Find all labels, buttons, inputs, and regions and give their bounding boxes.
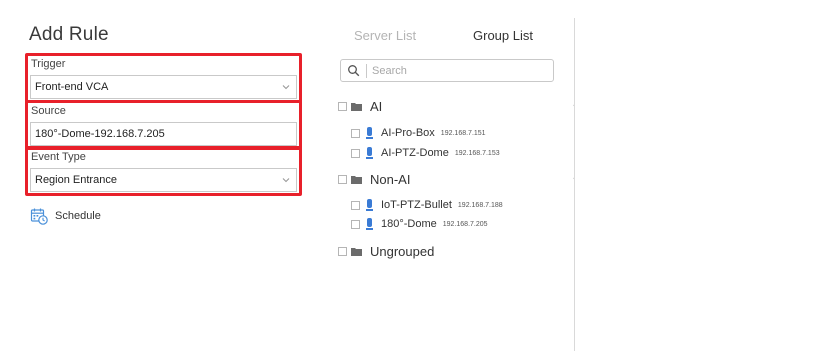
device-checkbox[interactable]: [351, 128, 360, 138]
tab-server-list[interactable]: Server List: [354, 28, 416, 43]
tree-group-ai[interactable]: AI: [338, 97, 579, 115]
camera-device-icon: [366, 147, 373, 159]
event-type-label: Event Type: [31, 151, 86, 163]
calendar-clock-icon: [30, 208, 48, 225]
device-tree-panel: Server List Group List AI AI-Pro-Box 192…: [314, 0, 579, 351]
source-field[interactable]: 180°-Dome-192.168.7.205: [30, 122, 297, 146]
chevron-down-icon: [282, 178, 290, 183]
tree-group-non-ai[interactable]: Non-AI: [338, 170, 579, 188]
device-ip: 192.168.7.153: [454, 149, 500, 157]
tree-device[interactable]: AI-PTZ-Dome 192.168.7.153: [351, 145, 500, 161]
right-empty-panel: [575, 0, 825, 351]
page-title: Add Rule: [29, 24, 109, 45]
trigger-value: Front-end VCA: [35, 81, 109, 93]
camera-device-icon: [366, 127, 373, 139]
event-type-field-highlight: Event Type Region Entrance: [25, 146, 302, 196]
device-checkbox[interactable]: [351, 148, 360, 158]
tree-device[interactable]: AI-Pro-Box 192.168.7.151: [351, 125, 486, 141]
event-type-value: Region Entrance: [35, 174, 117, 186]
device-name: AI-Pro-Box: [381, 127, 435, 139]
tab-group-list[interactable]: Group List: [473, 28, 533, 43]
folder-icon: [351, 102, 362, 111]
folder-icon: [351, 175, 362, 184]
group-checkbox[interactable]: [338, 246, 347, 256]
tree-group-ungrouped[interactable]: Ungrouped: [338, 242, 434, 260]
camera-device-icon: [366, 199, 373, 211]
group-name: Ungrouped: [370, 243, 435, 259]
search-input[interactable]: [372, 62, 542, 79]
source-field-highlight: Source 180°-Dome-192.168.7.205: [25, 100, 302, 150]
device-checkbox[interactable]: [351, 200, 360, 210]
device-name: 180°-Dome: [381, 218, 437, 230]
source-label: Source: [31, 105, 66, 117]
group-name: AI: [370, 98, 383, 114]
search-box: [340, 59, 554, 82]
event-type-dropdown[interactable]: Region Entrance: [30, 168, 297, 192]
search-icon: [348, 65, 360, 77]
device-ip: 192.168.7.151: [440, 129, 486, 137]
device-name: IoT-PTZ-Bullet: [381, 199, 452, 211]
search-separator: [366, 64, 367, 78]
device-ip: 192.168.7.188: [457, 201, 503, 209]
group-checkbox[interactable]: [338, 101, 347, 111]
device-name: AI-PTZ-Dome: [381, 147, 449, 159]
chevron-down-icon: [282, 85, 290, 90]
trigger-field-highlight: Trigger Front-end VCA: [25, 53, 302, 103]
group-checkbox[interactable]: [338, 174, 347, 184]
tree-device[interactable]: IoT-PTZ-Bullet 192.168.7.188: [351, 197, 503, 213]
schedule-label: Schedule: [55, 210, 101, 222]
device-checkbox[interactable]: [351, 219, 360, 229]
tree-device[interactable]: 180°-Dome 192.168.7.205: [351, 216, 488, 232]
schedule-button[interactable]: Schedule: [30, 206, 101, 226]
device-ip: 192.168.7.205: [442, 220, 488, 228]
group-name: Non-AI: [370, 171, 411, 187]
source-value: 180°-Dome-192.168.7.205: [35, 128, 165, 140]
camera-device-icon: [366, 218, 373, 230]
trigger-dropdown[interactable]: Front-end VCA: [30, 75, 297, 99]
trigger-label: Trigger: [31, 58, 66, 70]
rule-form-panel: Add Rule Trigger Front-end VCA Source 18…: [0, 0, 314, 351]
folder-icon: [351, 247, 362, 256]
